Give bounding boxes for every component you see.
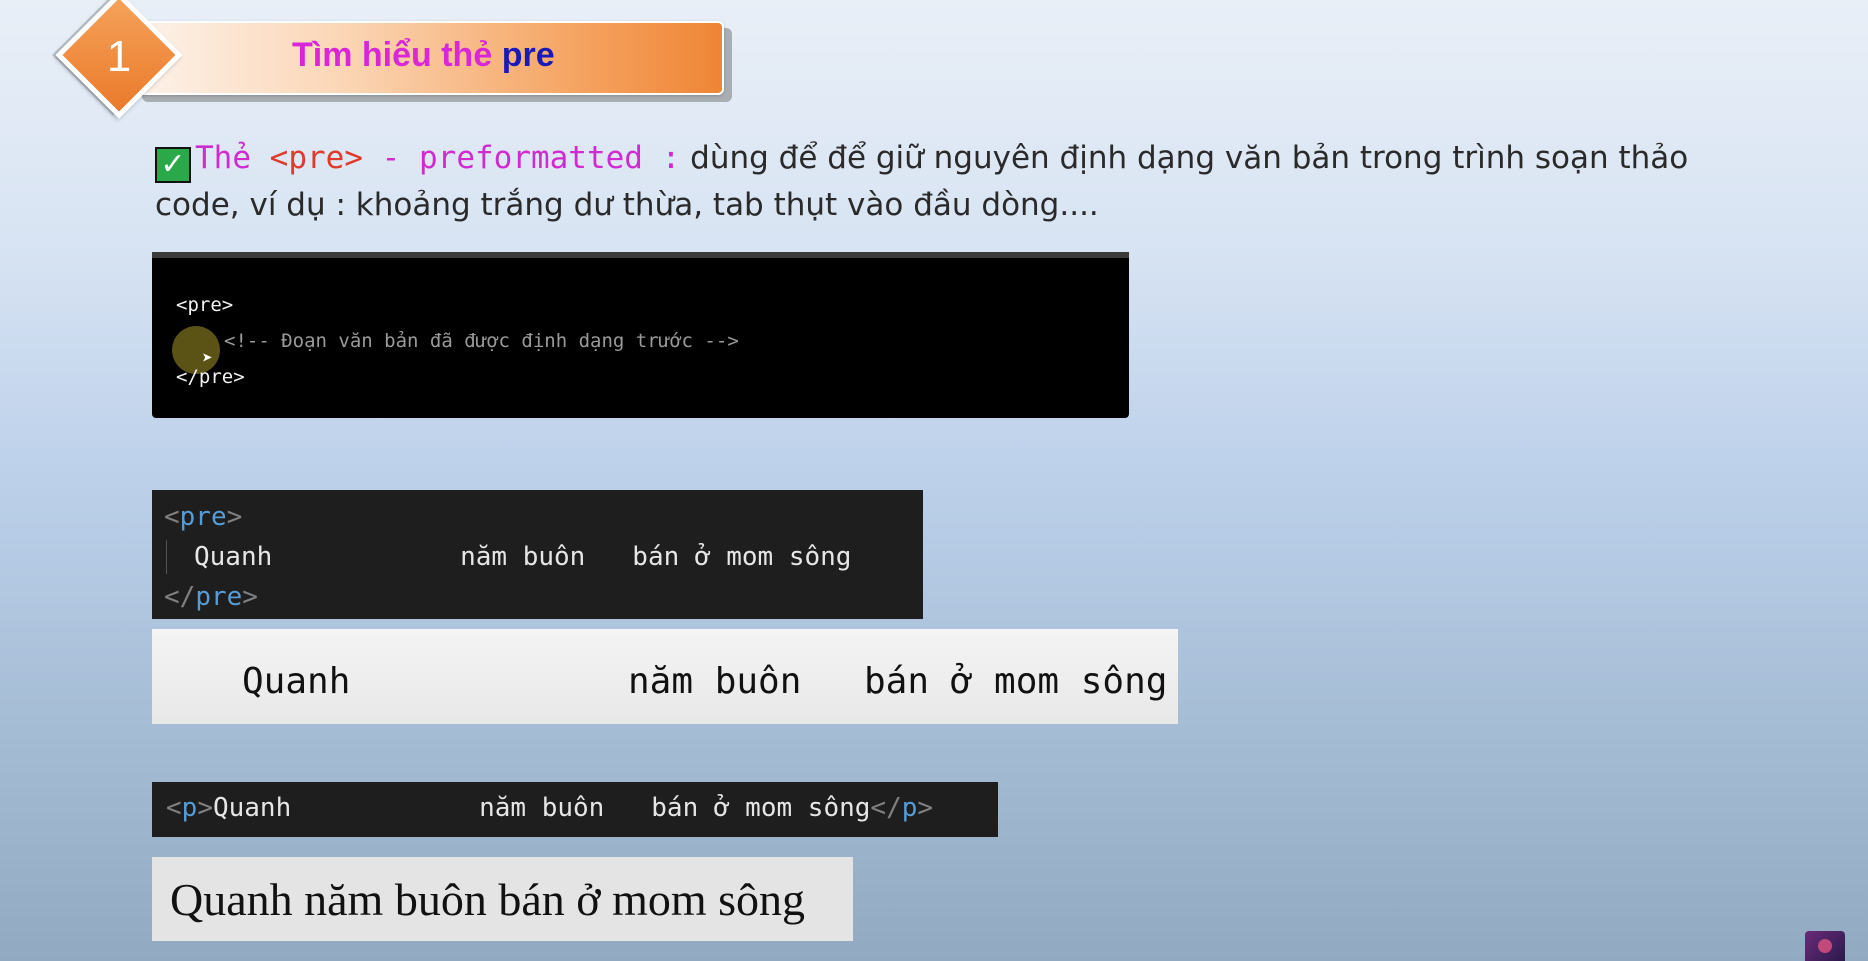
title-accent: pre bbox=[501, 36, 555, 74]
page-title: Tìm hiểu thẻ pre bbox=[292, 36, 555, 75]
title-main: Tìm hiểu thẻ bbox=[292, 36, 493, 74]
channel-avatar bbox=[1805, 931, 1845, 961]
code-line-pre-open: <pre> bbox=[164, 502, 243, 532]
code-block-pre-example: <pre> Quanh năm buôn bán ở mom sông </pr… bbox=[152, 490, 923, 619]
code-line-pre-close: </pre> bbox=[164, 582, 258, 612]
p-output-text: Quanh năm buôn bán ở mom sông bbox=[170, 874, 806, 925]
indent-guide bbox=[166, 540, 167, 574]
code-line-pre-content: Quanh năm buôn bán ở mom sông bbox=[194, 542, 852, 572]
code-block-p-example: <p>Quanh năm buôn bán ở mom sông</p> bbox=[152, 782, 998, 837]
code-line-comment: <!-- Đoạn văn bản đã được định dạng trướ… bbox=[224, 330, 739, 352]
code-line-open: <pre> bbox=[176, 294, 234, 316]
code-line-close: </pre> bbox=[176, 366, 245, 388]
desc-label-dash: - preformatted : bbox=[381, 140, 681, 176]
code-line-p: <p>Quanh năm buôn bán ở mom sông</p> bbox=[166, 793, 934, 823]
badge-number: 1 bbox=[106, 32, 132, 81]
check-icon: ✓ bbox=[155, 147, 191, 183]
pre-output-part2: năm buôn bbox=[628, 661, 802, 702]
cursor-icon: ➤ bbox=[202, 348, 213, 369]
desc-label-tag: <pre> bbox=[269, 140, 363, 176]
code-block-syntax: <pre> <!-- Đoạn văn bản đã được định dạn… bbox=[152, 252, 1129, 418]
desc-label-the: Thẻ bbox=[195, 140, 251, 176]
rendered-p-output: Quanh năm buôn bán ở mom sông bbox=[152, 857, 853, 941]
description: ✓ Thẻ <pre> - preformatted : dùng để để g… bbox=[155, 136, 1715, 227]
pre-output-part3: bán ở mom sông bbox=[864, 661, 1168, 702]
rendered-pre-output: Quanh năm buôn bán ở mom sông bbox=[152, 629, 1178, 724]
pre-output-part1: Quanh bbox=[242, 661, 351, 702]
